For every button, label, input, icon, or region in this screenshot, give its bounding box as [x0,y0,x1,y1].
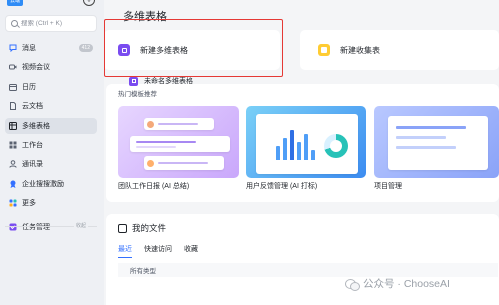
task-icon [9,223,17,231]
sidebar-item-label: 企业搜搜激励 [22,180,64,188]
bar [311,150,315,160]
new-form-card[interactable]: 新建收集表 [300,30,499,70]
template-label[interactable]: 团队工作日报 (AI 总结) [118,181,189,191]
preview-line [396,146,456,149]
file-row[interactable]: 未命名多维表格 [129,76,193,86]
plus-icon[interactable]: + [83,0,95,6]
template-label[interactable]: 项目管理 [374,181,402,191]
main-content: 多维表格 新建多维表格 新建收集表 热门模板推荐 团队工作日报 (AI 总结) [104,0,499,305]
files-header: 我的文件 [118,222,166,234]
template-card-daily-report[interactable] [118,106,239,178]
more-icon [9,199,17,207]
tab-quick-access[interactable]: 快速访问 [144,244,172,258]
calendar-icon [9,83,17,91]
tab-favorites[interactable]: 收藏 [184,244,198,258]
template-preview [144,118,214,130]
sidebar-item-label: 云文档 [22,103,43,111]
template-preview [144,156,224,170]
templates-panel: 热门模板推荐 团队工作日报 (AI 总结) 用户反馈管理 (AI 打标) 项目管… [106,84,499,202]
template-card-project[interactable] [374,106,499,178]
sidebar-item-label: 视频会议 [22,64,50,72]
template-label[interactable]: 用户反馈管理 (AI 打标) [246,181,317,191]
base-icon [9,121,17,130]
files-table-header: 所有类型 [118,263,498,277]
unread-badge: 412 [78,44,93,52]
bar [283,138,287,160]
preview-bars [276,130,315,160]
avatar[interactable]: 云端 [7,0,23,6]
preview-line [136,146,176,148]
my-files-panel: 我的文件 最近 快速访问 收藏 所有类型 [106,214,499,305]
templates-title: 热门模板推荐 [118,91,157,98]
preview-line [158,162,208,164]
sidebar-item-docs[interactable]: 云文档 [5,98,97,114]
sidebar-item-video[interactable]: 视频会议 [5,59,97,75]
sidebar-item-contacts[interactable]: 通讯录 [5,156,97,172]
bar [297,142,301,160]
template-preview [256,114,358,174]
sidebar-item-incentive[interactable]: 企业搜搜激励 [5,176,97,192]
preview-line [396,126,466,129]
wechat-icon [345,278,360,291]
avatar [147,159,154,167]
bar [276,146,280,160]
watermark: 公众号 · ChooseAI [345,276,450,291]
watermark-text: 公众号 · ChooseAI [363,278,450,290]
preview-donut [324,134,348,158]
new-form-label: 新建收集表 [340,45,380,55]
form-icon [318,44,330,56]
bar [304,134,308,160]
sidebar-item-base[interactable]: 多维表格 [5,117,97,134]
sidebar-item-label: 消息 [22,45,36,52]
tab-recent[interactable]: 最近 [118,244,132,258]
sidebar-item-label: 工作台 [22,141,43,149]
sidebar-item-label: 日历 [22,83,36,91]
contacts-icon [9,160,17,169]
page-title: 多维表格 [123,11,167,23]
sidebar-item-label: 更多 [22,200,36,208]
incentive-icon [9,180,17,188]
preview-line [396,136,446,139]
sidebar-item-label: 多维表格 [22,122,50,130]
file-name: 未命名多维表格 [144,78,193,85]
sidebar-item-workplace[interactable]: 工作台 [5,137,97,153]
sidebar-item-label: 通讯录 [22,161,43,169]
collapse-button[interactable]: 收起 [74,222,89,229]
workplace-icon [9,141,17,149]
base-icon [118,44,130,56]
avatar [147,120,154,128]
template-card-feedback[interactable] [246,106,366,178]
type-filter-dropdown[interactable]: 所有类型 [130,265,156,275]
new-base-label: 新建多维表格 [140,45,188,55]
search-icon [11,20,18,27]
video-icon [9,63,17,71]
template-preview [388,116,488,170]
bar [290,130,294,160]
files-title: 我的文件 [132,223,167,233]
sidebar-item-label: 任务管理 [22,224,50,232]
sidebar-item-more[interactable]: 更多 [5,195,97,211]
sidebar-item-messages[interactable]: 消息 412 [5,40,97,56]
message-icon [9,44,17,53]
doc-icon [9,102,17,111]
sidebar: 云端 + 消息 412 视频会议 日历 云 [0,0,104,305]
base-icon [129,76,138,86]
template-preview [130,136,230,152]
search-input[interactable] [21,20,101,27]
files-icon [118,223,127,233]
new-base-card[interactable]: 新建多维表格 [104,30,280,70]
preview-line [158,123,198,125]
search-box[interactable] [5,15,101,32]
sidebar-nav: 消息 412 视频会议 日历 云文档 多维表格 工作台 通讯录 企业搜搜激励 更… [5,40,97,239]
preview-line [136,141,196,143]
sidebar-item-calendar[interactable]: 日历 [5,79,97,95]
files-tabs: 最近 快速访问 收藏 [118,244,198,258]
